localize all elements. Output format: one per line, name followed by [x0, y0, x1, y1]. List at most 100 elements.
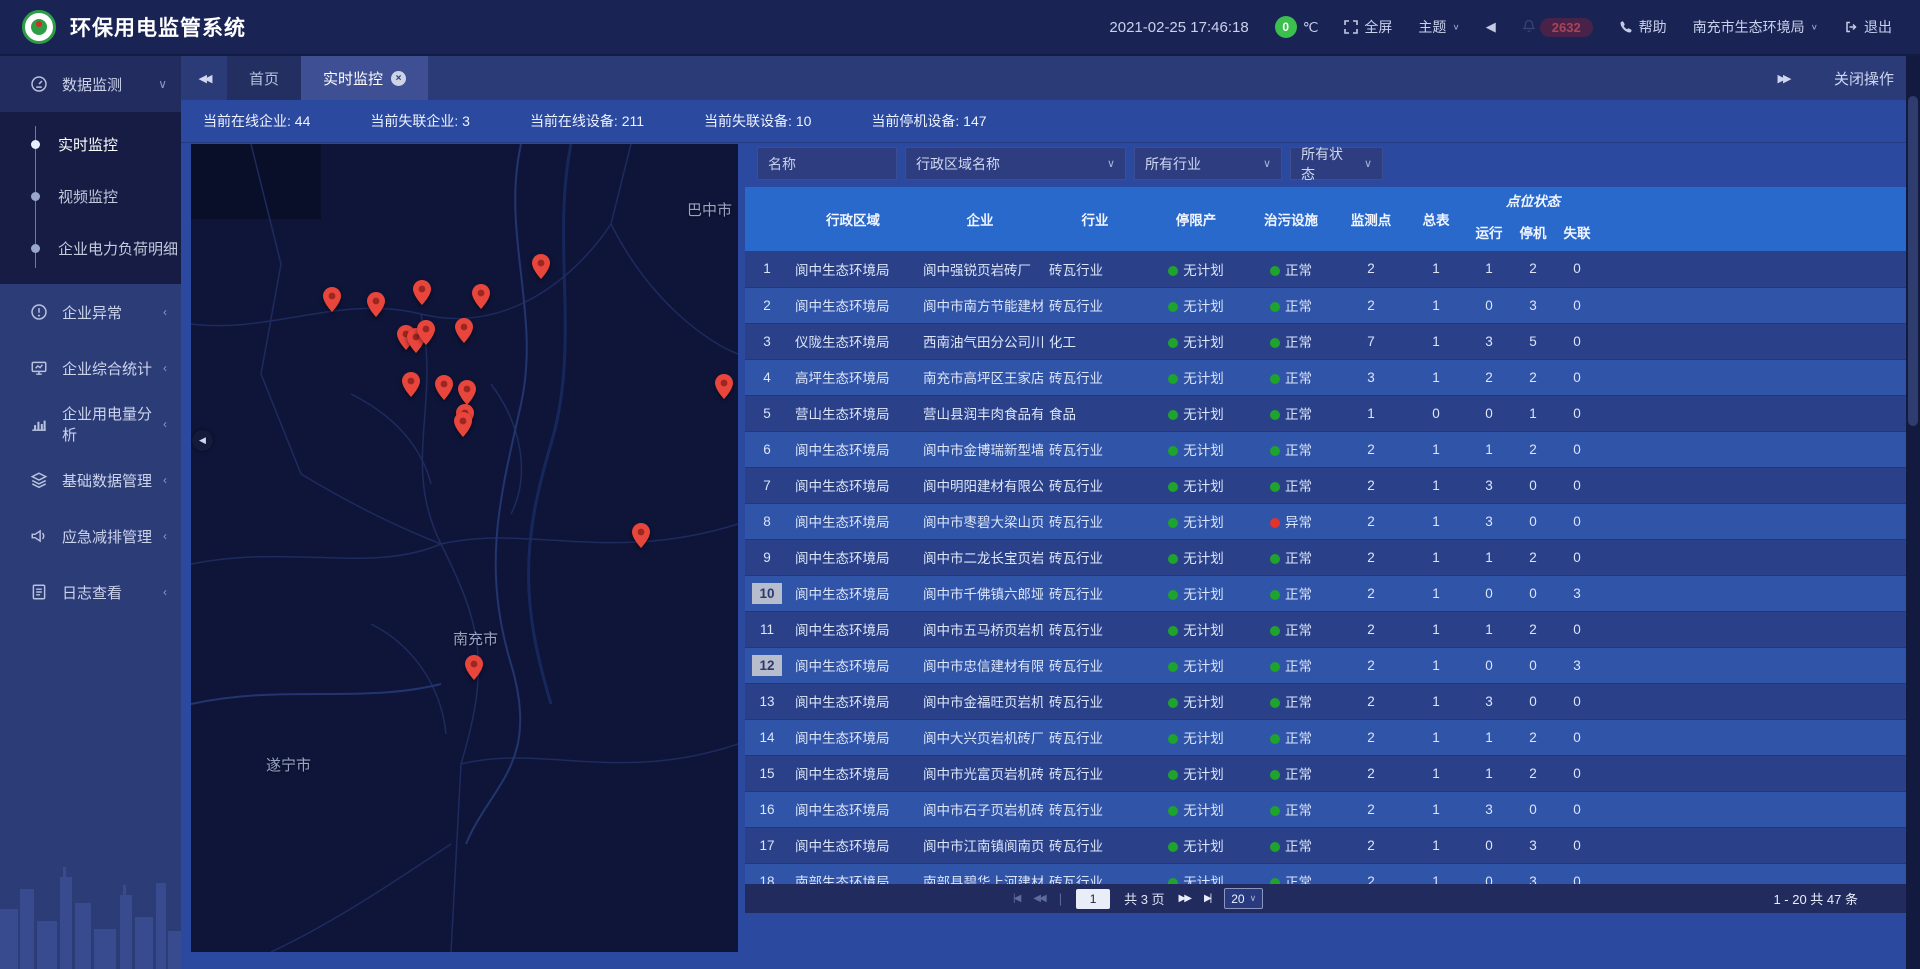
- close-tab-icon[interactable]: ×: [391, 71, 406, 86]
- column-header[interactable]: 治污设施: [1245, 187, 1337, 251]
- sidebar-item-power-usage-analysis[interactable]: 企业用电量分析‹: [0, 396, 181, 452]
- exit-button[interactable]: 退出: [1844, 17, 1892, 37]
- table-row[interactable]: 18南部生态环境局南部县碧华上河建材有砖瓦行业无计划正常21030: [745, 863, 1906, 884]
- column-header[interactable]: 监测点: [1337, 187, 1405, 251]
- column-header[interactable]: 停限产: [1147, 187, 1245, 251]
- map-pin[interactable]: [367, 292, 385, 317]
- cell-filler: [1599, 719, 1906, 755]
- column-header[interactable]: 行政区域: [789, 187, 917, 251]
- map-pin[interactable]: [402, 372, 420, 397]
- column-header-index: [745, 187, 789, 251]
- notifications[interactable]: 2632: [1522, 18, 1593, 37]
- prev-page-button[interactable]: ◀◀: [1033, 893, 1044, 904]
- cell-lost: 0: [1555, 539, 1599, 575]
- cell-facility-status: 正常: [1245, 575, 1337, 611]
- cell-industry: 砖瓦行业: [1043, 359, 1147, 395]
- total-pages-label: 共 3 页: [1124, 889, 1164, 908]
- table-row[interactable]: 13阆中生态环境局阆中市金福旺页岩机砖砖瓦行业无计划正常21300: [745, 683, 1906, 719]
- map-pin[interactable]: [417, 320, 435, 345]
- status-filter-select[interactable]: 所有状态 ∨: [1290, 147, 1383, 180]
- mute-button[interactable]: ◀: [1486, 19, 1496, 35]
- map-pin[interactable]: [715, 374, 733, 399]
- column-header[interactable]: 企业: [917, 187, 1043, 251]
- table-row[interactable]: 17阆中生态环境局阆中市江南镇阆南页岩砖瓦行业无计划正常21030: [745, 827, 1906, 863]
- map-pin[interactable]: [472, 284, 490, 309]
- table-row[interactable]: 2阆中生态环境局阆中市南方节能建材有砖瓦行业无计划正常21030: [745, 287, 1906, 323]
- table-row[interactable]: 6阆中生态环境局阆中市金博瑞新型墙材砖瓦行业无计划正常21120: [745, 431, 1906, 467]
- scroll-tabs-right-button[interactable]: ▶▶: [1760, 72, 1806, 85]
- cell-region: 高坪生态环境局: [789, 359, 917, 395]
- map-pin[interactable]: [632, 523, 650, 548]
- cell-limit-status: 无计划: [1147, 251, 1245, 287]
- next-page-button[interactable]: ▶▶: [1179, 893, 1190, 904]
- sidebar-item-enterprise-abnormal[interactable]: 企业异常‹: [0, 284, 181, 340]
- theme-dropdown[interactable]: 主题 ∨: [1418, 17, 1459, 37]
- map-pin[interactable]: [454, 412, 472, 437]
- table-row[interactable]: 10阆中生态环境局阆中市千佛镇六郎垭页岩砖瓦行业无计划正常21003: [745, 575, 1906, 611]
- map-canvas[interactable]: 巴中市南充市遂宁市 ◀: [191, 144, 738, 952]
- cell-lost: 0: [1555, 611, 1599, 647]
- column-header[interactable]: 总表: [1405, 187, 1467, 251]
- map-pin[interactable]: [413, 280, 431, 305]
- table-row[interactable]: 11阆中生态环境局阆中市五马桥页岩机砖砖瓦行业无计划正常21120: [745, 611, 1906, 647]
- sidebar-item-emergency-reduction[interactable]: 应急减排管理‹: [0, 508, 181, 564]
- sidebar-item-log-view[interactable]: 日志查看‹: [0, 564, 181, 620]
- cell-facility-status: 正常: [1245, 647, 1337, 683]
- map-pin[interactable]: [465, 655, 483, 680]
- sidebar-item-base-data-manage[interactable]: 基础数据管理‹: [0, 452, 181, 508]
- cell-filler: [1599, 755, 1906, 791]
- scrollbar-thumb[interactable]: [1908, 96, 1918, 426]
- sidebar-subitem-realtime-monitor[interactable]: 实时监控: [0, 118, 181, 170]
- table-row[interactable]: 8阆中生态环境局阆中市枣碧大梁山页岩砖瓦行业无计划异常21300: [745, 503, 1906, 539]
- page-number-input[interactable]: [1076, 889, 1110, 909]
- cell-index: 17: [745, 827, 789, 863]
- first-page-button[interactable]: |◀: [1013, 893, 1019, 904]
- sidebar-item-data-monitor[interactable]: 数据监测∨: [0, 56, 181, 112]
- cell-meters: 1: [1405, 251, 1467, 287]
- scroll-tabs-left-button[interactable]: ◀◀: [181, 56, 227, 100]
- cell-stop: 0: [1511, 467, 1555, 503]
- name-filter-input[interactable]: [768, 156, 886, 172]
- sidebar-subitem-power-load-detail[interactable]: 企业电力负荷明细: [0, 222, 181, 274]
- table-row[interactable]: 16阆中生态环境局阆中市石子页岩机砖厂砖瓦行业无计划正常21300: [745, 791, 1906, 827]
- table-row[interactable]: 4高坪生态环境局南充市高坪区王家店建砖瓦行业无计划正常31220: [745, 359, 1906, 395]
- map-city-label: 巴中市: [687, 199, 732, 220]
- tab-首页[interactable]: 首页: [227, 56, 301, 100]
- map-pin[interactable]: [458, 380, 476, 405]
- sidebar-item-enterprise-statistics[interactable]: 企业综合统计‹: [0, 340, 181, 396]
- table-row[interactable]: 9阆中生态环境局阆中市二龙长宝页岩砖砖瓦行业无计划正常21120: [745, 539, 1906, 575]
- page-scrollbar[interactable]: [1906, 56, 1920, 969]
- region-filter-select[interactable]: 行政区域名称 ∨: [905, 147, 1126, 180]
- cell-company: 阆中市金福旺页岩机砖: [917, 683, 1043, 719]
- help-button[interactable]: 帮助: [1619, 17, 1667, 37]
- collapse-map-handle[interactable]: ◀: [192, 430, 213, 451]
- table-row[interactable]: 5营山生态环境局营山县润丰肉食品有限食品无计划正常10010: [745, 395, 1906, 431]
- table-row[interactable]: 7阆中生态环境局阆中明阳建材有限公司砖瓦行业无计划正常21300: [745, 467, 1906, 503]
- last-page-button[interactable]: ▶|: [1204, 893, 1210, 904]
- org-dropdown[interactable]: 南充市生态环境局 ∨: [1693, 17, 1818, 37]
- table-row[interactable]: 12阆中生态环境局阆中市忠信建材有限公砖瓦行业无计划正常21003: [745, 647, 1906, 683]
- table-row[interactable]: 14阆中生态环境局阆中大兴页岩机砖厂砖瓦行业无计划正常21120: [745, 719, 1906, 755]
- map-pin[interactable]: [435, 375, 453, 400]
- sub-column-header[interactable]: 失联: [1555, 213, 1599, 251]
- table-scroll-area[interactable]: 1阆中生态环境局阆中强锐页岩砖厂砖瓦行业无计划正常211202阆中生态环境局阆中…: [745, 251, 1906, 884]
- cell-index: 5: [745, 395, 789, 431]
- cell-company: 南充市高坪区王家店建: [917, 359, 1043, 395]
- sub-column-header[interactable]: 停机: [1511, 213, 1555, 251]
- map-pin[interactable]: [323, 287, 341, 312]
- tab-label: 首页: [249, 68, 279, 89]
- table-body: 1阆中生态环境局阆中强锐页岩砖厂砖瓦行业无计划正常211202阆中生态环境局阆中…: [745, 251, 1906, 884]
- fullscreen-button[interactable]: 全屏: [1344, 17, 1392, 37]
- close-operations-button[interactable]: 关闭操作: [1834, 68, 1894, 89]
- tab-实时监控[interactable]: 实时监控×: [301, 56, 428, 100]
- column-header[interactable]: 行业: [1043, 187, 1147, 251]
- table-row[interactable]: 15阆中生态环境局阆中市光富页岩机砖厂砖瓦行业无计划正常21120: [745, 755, 1906, 791]
- map-pin[interactable]: [455, 318, 473, 343]
- sub-column-header[interactable]: 运行: [1467, 213, 1511, 251]
- table-row[interactable]: 3仪陇生态环境局西南油气田分公司川中化工无计划正常71350: [745, 323, 1906, 359]
- industry-filter-select[interactable]: 所有行业 ∨: [1134, 147, 1282, 180]
- map-pin[interactable]: [532, 254, 550, 279]
- table-row[interactable]: 1阆中生态环境局阆中强锐页岩砖厂砖瓦行业无计划正常21120: [745, 251, 1906, 287]
- page-size-select[interactable]: 20 ∨: [1224, 888, 1263, 909]
- sidebar-subitem-video-monitor[interactable]: 视频监控: [0, 170, 181, 222]
